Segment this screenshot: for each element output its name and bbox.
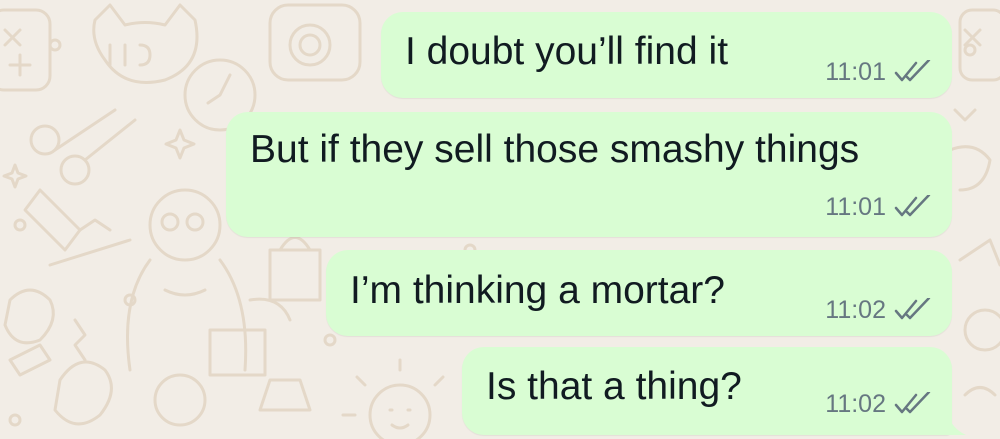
- message-time: 11:01: [825, 192, 886, 221]
- double-check-icon: [894, 392, 931, 414]
- message-bubble[interactable]: I doubt you’ll find it 11:01: [381, 12, 952, 98]
- message-time: 11:02: [825, 295, 886, 324]
- message-bubble[interactable]: I’m thinking a mortar? 11:02: [326, 250, 952, 336]
- message-meta: 11:02: [825, 295, 932, 325]
- message-bubble[interactable]: Is that a thing? 11:02: [462, 347, 952, 435]
- message-bubble[interactable]: But if they sell those smashy things 11:…: [226, 112, 952, 237]
- message-text: But if they sell those smashy things: [250, 128, 860, 171]
- message-meta: 11:01: [825, 57, 932, 87]
- message-time: 11:02: [825, 389, 886, 418]
- double-check-icon: [894, 195, 931, 217]
- double-check-icon: [894, 60, 931, 82]
- message-meta: 11:01: [825, 192, 932, 222]
- message-text: I’m thinking a mortar?: [350, 269, 725, 312]
- message-meta: 11:02: [825, 389, 932, 419]
- message-list[interactable]: I doubt you’ll find it 11:01 But if they…: [0, 0, 1000, 439]
- message-text: I doubt you’ll find it: [405, 30, 729, 73]
- bubble-tail: [940, 405, 966, 435]
- double-check-icon: [894, 298, 931, 320]
- message-time: 11:01: [825, 57, 886, 86]
- message-text: Is that a thing?: [486, 365, 742, 408]
